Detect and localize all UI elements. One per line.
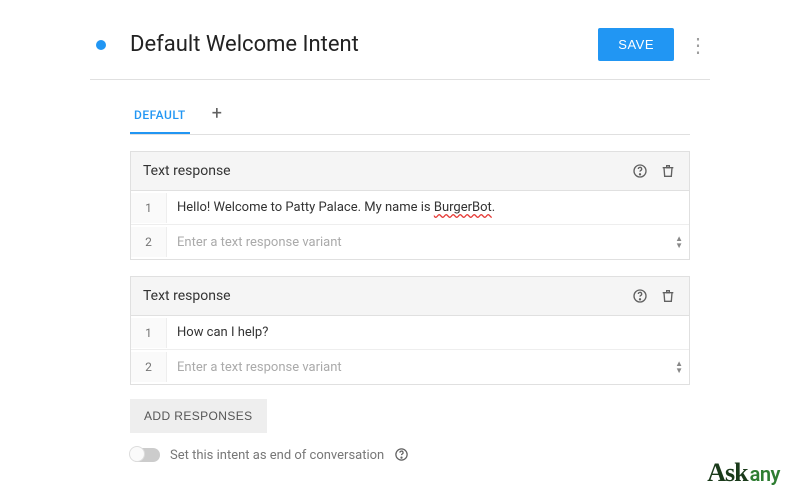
help-icon[interactable] xyxy=(394,447,410,463)
text-response-card: Text response 1 How can I help? 2 Enter … xyxy=(130,276,690,385)
end-conversation-row: Set this intent as end of conversation xyxy=(130,447,690,463)
response-text[interactable]: Hello! Welcome to Patty Palace. My name … xyxy=(167,192,689,223)
spellcheck-word: BurgerBot xyxy=(434,200,492,215)
response-placeholder[interactable]: Enter a text response variant xyxy=(167,352,669,383)
card-header: Text response xyxy=(131,277,689,316)
response-row[interactable]: 2 Enter a text response variant ▲▼ xyxy=(131,350,689,384)
watermark-logo: Askany xyxy=(707,458,780,488)
add-tab-button[interactable]: + xyxy=(212,103,222,130)
end-conversation-toggle[interactable] xyxy=(130,448,160,462)
intent-header: Default Welcome Intent SAVE ⋮ xyxy=(90,22,710,80)
trash-icon[interactable] xyxy=(659,162,677,180)
row-number: 1 xyxy=(131,193,167,223)
stepper-icon[interactable]: ▲▼ xyxy=(669,360,689,374)
response-row[interactable]: 1 Hello! Welcome to Patty Palace. My nam… xyxy=(131,191,689,225)
response-row[interactable]: 1 How can I help? xyxy=(131,316,689,350)
tab-default[interactable]: DEFAULT xyxy=(130,98,190,134)
add-responses-button[interactable]: ADD RESPONSES xyxy=(130,399,267,433)
row-number: 2 xyxy=(131,227,167,257)
intent-title: Default Welcome Intent xyxy=(130,32,598,57)
stepper-icon[interactable]: ▲▼ xyxy=(669,235,689,249)
response-tabs: DEFAULT + xyxy=(130,98,690,135)
toggle-knob xyxy=(129,446,145,462)
text-response-card: Text response 1 Hello! Welcome to Patty … xyxy=(130,151,690,260)
save-button[interactable]: SAVE xyxy=(598,28,674,61)
response-text[interactable]: How can I help? xyxy=(167,317,689,348)
intent-status-dot xyxy=(96,40,106,50)
help-icon[interactable] xyxy=(631,162,649,180)
help-icon[interactable] xyxy=(631,287,649,305)
trash-icon[interactable] xyxy=(659,287,677,305)
row-number: 1 xyxy=(131,318,167,348)
end-conversation-label: Set this intent as end of conversation xyxy=(170,448,384,463)
more-options-icon[interactable]: ⋮ xyxy=(684,31,710,59)
row-number: 2 xyxy=(131,352,167,382)
response-placeholder[interactable]: Enter a text response variant xyxy=(167,227,669,258)
card-title: Text response xyxy=(143,163,631,179)
card-header: Text response xyxy=(131,152,689,191)
watermark-text: Ask xyxy=(707,458,747,488)
card-title: Text response xyxy=(143,288,631,304)
watermark-text: any xyxy=(750,462,780,486)
response-row[interactable]: 2 Enter a text response variant ▲▼ xyxy=(131,225,689,259)
